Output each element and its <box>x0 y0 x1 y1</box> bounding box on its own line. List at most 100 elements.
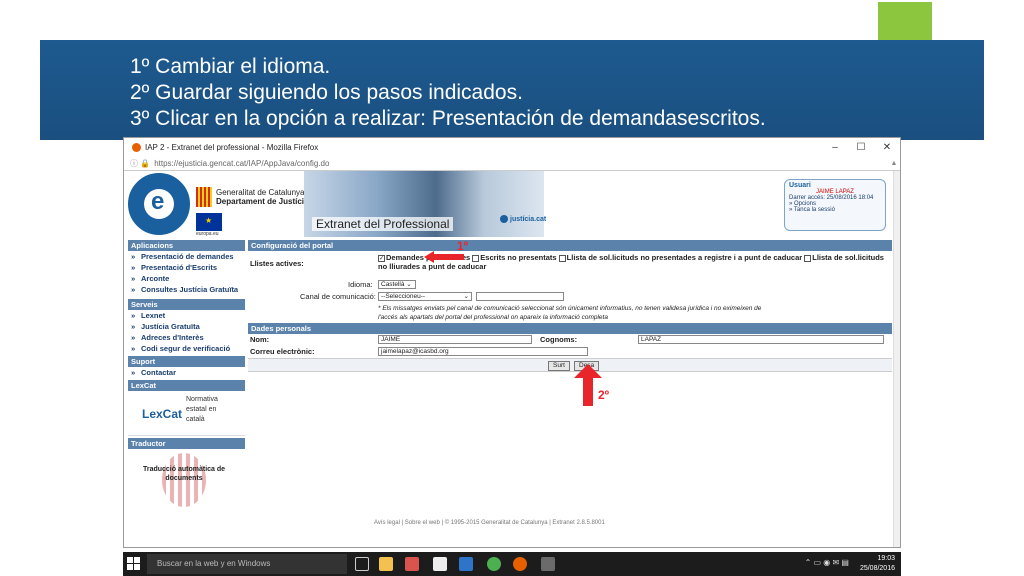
footer-links[interactable]: Avís legal | Sobre el web | © 1995-2015 … <box>374 520 605 526</box>
step1-label: 1º <box>457 239 469 253</box>
checkbox-demandes[interactable] <box>378 254 385 262</box>
chevron-icon: » <box>131 368 136 377</box>
sidebar: Aplicacions » Presentació de demandes » Pr… <box>128 240 245 509</box>
instruction-3: 3º Clicar en la opción a realizar: Prese… <box>130 107 766 130</box>
firefox-taskbar-icon[interactable] <box>513 557 527 571</box>
checkbox-escrits[interactable] <box>472 254 480 262</box>
sidebar-item-lexnet[interactable]: » Lexnet <box>128 310 245 321</box>
logout-link[interactable]: » Tanca la sessió <box>789 207 881 213</box>
portal-config-heading: Configuració del portal <box>248 240 892 251</box>
lexcat-banner[interactable]: LexCat Normativa estatal en català <box>128 391 245 436</box>
clock-date: 25/08/2016 <box>859 565 895 572</box>
sidebar-item-label[interactable]: Lexnet <box>141 311 165 320</box>
system-tray-icons[interactable]: ⌃ ▭ ◉ ✉ ▤ <box>805 558 849 567</box>
sidebar-item-contactar[interactable]: » Contactar <box>128 367 245 378</box>
email-field[interactable]: jaimelapaz@icasbd.org <box>378 347 588 356</box>
channel-select[interactable]: --Seleccioneu-- ⌄ <box>378 292 472 301</box>
windows-taskbar: Buscar en la web y en Windows ⌃ ▭ ◉ ✉ ▤ … <box>123 552 901 576</box>
email-row: Correu electrònic: jaimelapaz@icasbd.org <box>248 346 892 358</box>
site-header: e Generalitat de Catalunya Departament d… <box>124 171 892 237</box>
chrome-icon[interactable] <box>487 557 501 571</box>
browser-titlebar: IAP 2 - Extranet del professional - Mozi… <box>124 138 900 156</box>
tray-clock[interactable]: 19:03 25/08/2016 <box>860 554 895 574</box>
user-box-heading: Usuari <box>789 182 811 189</box>
name-field[interactable]: JAIME <box>378 335 532 344</box>
chevron-icon: » <box>131 252 136 261</box>
store-icon[interactable] <box>433 557 447 571</box>
checkbox-escrits-label: Escrits no presentats <box>480 253 557 262</box>
justicia-badge: justícia.cat <box>500 215 546 223</box>
surname-label: Cognoms: <box>540 335 578 344</box>
clock-time: 19:03 <box>877 555 895 562</box>
url-bar[interactable]: ⓘ 🔒 https://ejusticia.gencat.cat/IAP/App… <box>124 156 900 171</box>
file-explorer-icon[interactable] <box>379 557 393 571</box>
checkbox-sollicituds-lliurades[interactable] <box>804 254 812 262</box>
chevron-icon: » <box>131 311 136 320</box>
channel-row: Canal de comunicació: --Seleccioneu-- ⌄ <box>248 291 892 303</box>
channel-label: Canal de comunicació: <box>300 292 376 301</box>
sidebar-item-label[interactable]: Consultes Justícia Gratuïta <box>141 285 238 294</box>
scrollbar[interactable] <box>893 171 900 547</box>
sidebar-item-justicia-gratuita[interactable]: » Justícia Gratuïta <box>128 321 245 332</box>
eu-label: europa.eu <box>196 231 219 237</box>
checkbox-sollicituds-registre[interactable] <box>558 254 566 262</box>
name-label: Nom: <box>250 335 270 344</box>
language-select[interactable]: Castellà ⌄ <box>378 280 416 289</box>
window-title: IAP 2 - Extranet del professional - Mozi… <box>145 142 319 152</box>
chevron-icon: » <box>131 322 136 331</box>
url-text[interactable]: https://ejusticia.gencat.cat/IAP/AppJava… <box>154 159 329 168</box>
chevron-icon: » <box>131 344 136 353</box>
active-lists-row: Llistes actives: Demandes presentades Es… <box>248 251 892 279</box>
sidebar-item-presentacio-escrits[interactable]: » Presentació d'Escrits <box>128 262 245 273</box>
generalitat-logo <box>196 187 212 207</box>
sidebar-item-presentacio-demandes[interactable]: » Presentació de demandes <box>128 251 245 262</box>
eu-flag-icon <box>196 213 222 231</box>
maximize-icon[interactable]: ☐ <box>848 142 874 153</box>
sidebar-item-label[interactable]: Codi segur de verificació <box>141 344 230 353</box>
channel-note: * Els missatges enviats pel canal de com… <box>248 303 892 323</box>
browser-window: IAP 2 - Extranet del professional - Mozi… <box>123 137 901 548</box>
ejusticia-logo[interactable]: e <box>128 173 190 235</box>
channel-input[interactable] <box>476 292 564 301</box>
sidebar-heading-aplicacions: Aplicacions <box>128 240 245 251</box>
media-app-icon[interactable] <box>405 557 419 571</box>
form-buttons-row: Surt Desa <box>248 358 892 372</box>
paint-icon[interactable] <box>541 557 555 571</box>
active-lists-label: Llistes actives: <box>250 259 304 268</box>
taskbar-search-box[interactable]: Buscar en la web y en Windows <box>147 554 347 574</box>
sidebar-item-label[interactable]: Contactar <box>141 368 176 377</box>
close-icon[interactable]: ✕ <box>874 142 900 153</box>
sidebar-item-label[interactable]: Adreces d'Interès <box>141 333 204 342</box>
chevron-icon: » <box>131 274 136 283</box>
task-view-icon[interactable] <box>355 557 369 571</box>
slide: 1º Cambiar el idioma. 2º Guardar siguien… <box>0 0 1024 576</box>
exit-button[interactable]: Surt <box>548 361 570 371</box>
minimize-icon[interactable]: – <box>822 142 848 153</box>
language-select-value: Castellà <box>381 281 405 288</box>
sidebar-item-label[interactable]: Justícia Gratuïta <box>141 322 200 331</box>
sidebar-item-label[interactable]: Arconte <box>141 274 169 283</box>
user-box: Usuari JAIME LAPAZ Darrer accés: 25/08/2… <box>784 179 886 231</box>
checkbox-sollicituds-registre-label: Llista de sol.licituds no presentades a … <box>566 253 803 262</box>
sidebar-item-label[interactable]: Presentació d'Escrits <box>141 263 217 272</box>
sidebar-item-consultes[interactable]: » Consultes Justícia Gratuïta <box>128 284 245 295</box>
name-row: Nom: JAIME Cognoms: LAPAZ <box>248 334 892 346</box>
traductor-banner[interactable]: Traducció automàtica de documents <box>128 449 245 509</box>
sidebar-item-codi-segur[interactable]: » Codi segur de verificació <box>128 343 245 354</box>
windows-start-icon[interactable] <box>127 557 141 571</box>
lexcat-logo[interactable]: LexCat <box>142 407 182 421</box>
outlook-icon[interactable] <box>459 557 473 571</box>
channel-note-2: l'accés als apartats del portal del prof… <box>378 314 608 321</box>
scroll-up-icon[interactable]: ▲ <box>888 160 900 167</box>
sidebar-item-adreces[interactable]: » Adreces d'Interès <box>128 332 245 343</box>
email-label: Correu electrònic: <box>250 347 315 356</box>
info-icon[interactable]: ⓘ 🔒 <box>130 158 150 169</box>
step2-label: 2º <box>598 388 610 402</box>
sidebar-item-label[interactable]: Presentació de demandes <box>141 252 234 261</box>
traductor-text[interactable]: Traducció automàtica de documents <box>142 465 226 483</box>
justicia-dot-icon <box>500 215 508 223</box>
generalitat-text: Generalitat de Catalunya Departament de … <box>216 188 308 206</box>
sidebar-item-arconte[interactable]: » Arconte <box>128 273 245 284</box>
surname-field[interactable]: LAPAZ <box>638 335 884 344</box>
extranet-title: Extranet del Professional <box>312 217 454 231</box>
